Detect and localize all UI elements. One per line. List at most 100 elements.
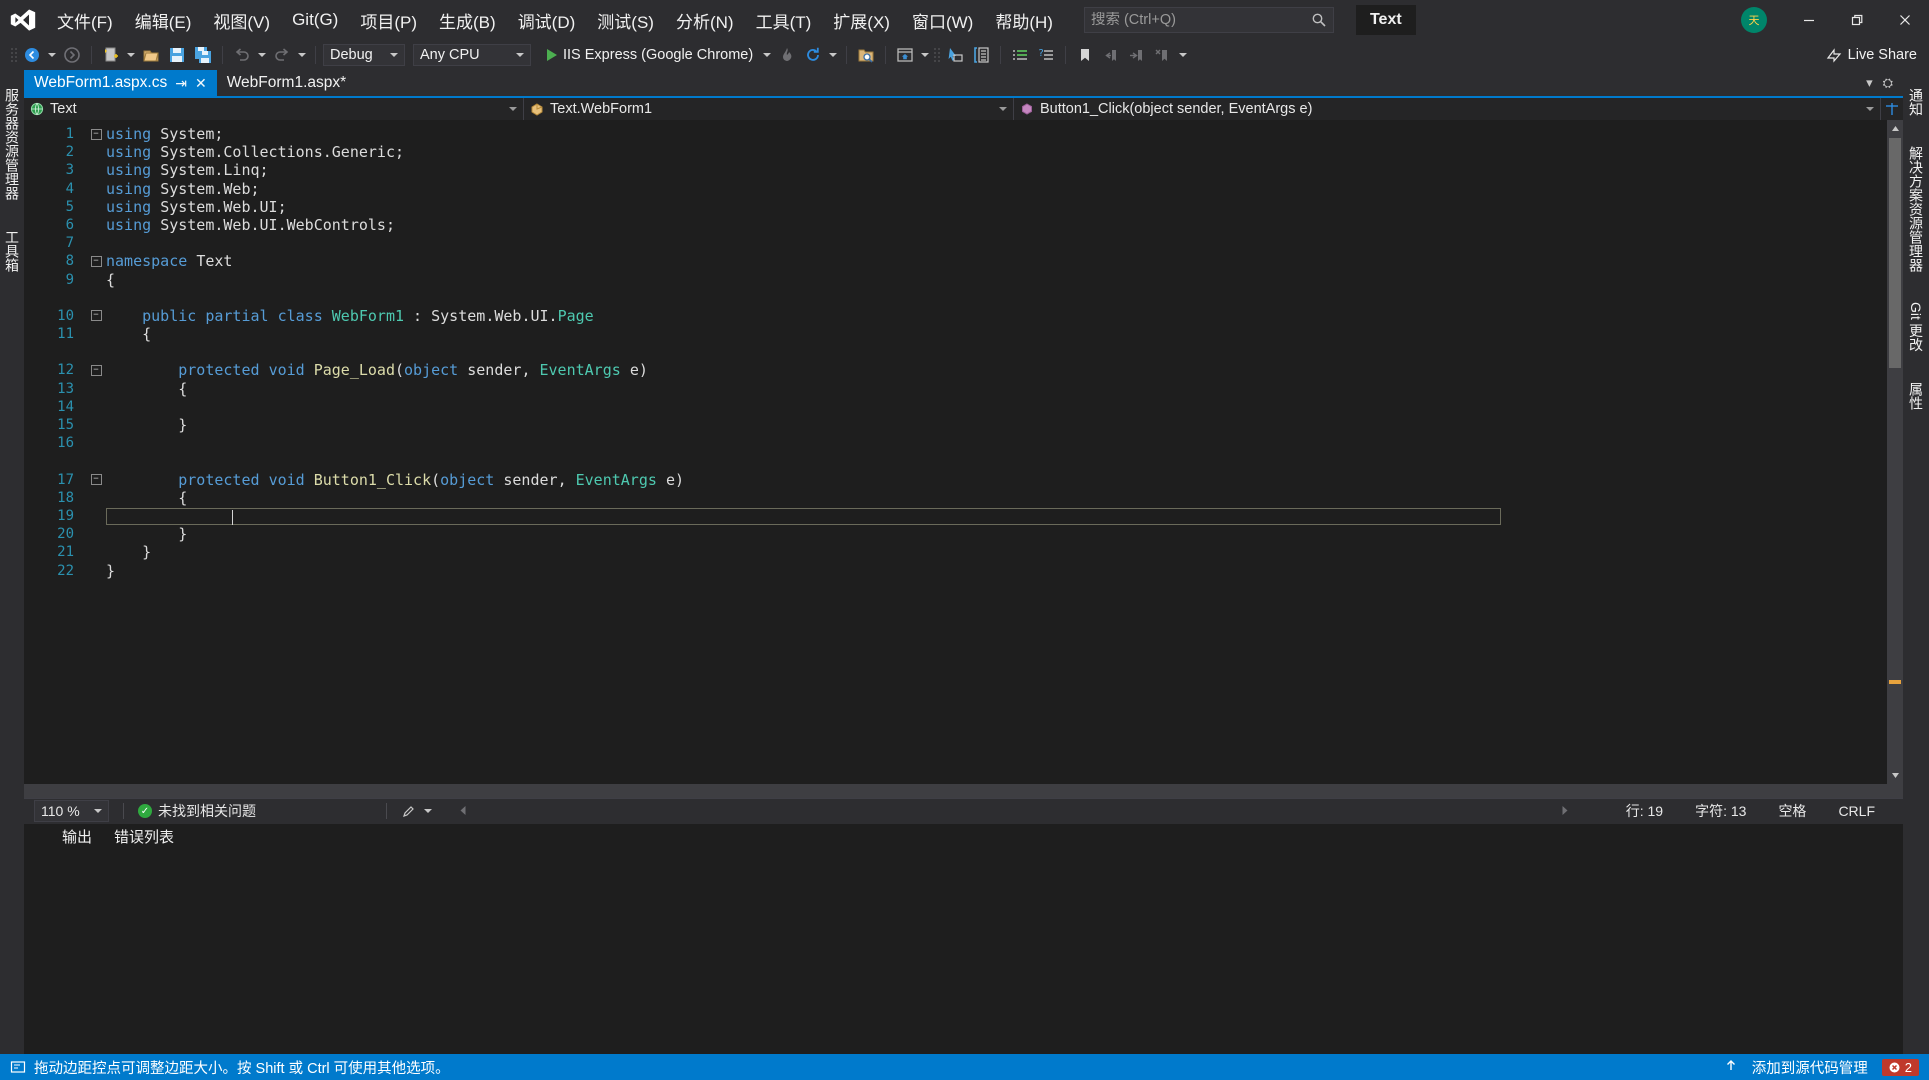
code-line[interactable]: 14 (24, 398, 1887, 416)
code-line[interactable]: 10 − public partial class WebForm1 : Syst… (24, 307, 1887, 325)
navigate-back-icon[interactable] (20, 43, 44, 67)
search-input[interactable] (1090, 12, 1311, 28)
code-line[interactable]: 9{ (24, 271, 1887, 289)
tab-webform1-aspx-cs[interactable]: WebForm1.aspx.cs ⇥ ✕ (24, 70, 217, 96)
pen-tool-button[interactable] (401, 804, 432, 819)
pin-icon[interactable]: ⇥ (175, 75, 187, 92)
code-line[interactable]: 20 } (24, 525, 1887, 543)
menu-item-window[interactable]: 窗口(W) (901, 0, 984, 40)
fold-toggle-icon[interactable]: − (86, 128, 106, 140)
tab-output[interactable]: 输出 (62, 826, 92, 847)
save-icon[interactable] (165, 43, 189, 67)
sidebar-item-git-changes[interactable]: Git 更改 (1904, 298, 1928, 356)
navbar-project-dropdown[interactable]: Text (24, 98, 524, 120)
code-line[interactable]: 1 − using System; (24, 125, 1887, 143)
upload-icon[interactable] (1724, 1058, 1738, 1076)
platform-combobox[interactable]: Any CPU (413, 44, 531, 66)
run-target-dropdown[interactable] (761, 44, 773, 66)
scroll-down-icon[interactable] (1887, 768, 1903, 784)
minimize-button[interactable] (1785, 0, 1833, 40)
fold-toggle-icon[interactable]: − (86, 365, 106, 377)
code-editor[interactable]: 1− using System; 2 using System.Collections… (24, 120, 1903, 784)
code-line[interactable] (24, 343, 1887, 361)
chevron-down-icon[interactable]: ▾ (1866, 75, 1873, 91)
browser-preview-dropdown[interactable] (919, 44, 931, 66)
open-file-icon[interactable] (139, 43, 163, 67)
select-element-icon[interactable] (943, 43, 967, 67)
menu-item-build[interactable]: 生成(B) (428, 0, 507, 40)
code-line[interactable]: 8 − namespace Text (24, 252, 1887, 270)
code-line[interactable]: 2 using System.Collections.Generic; (24, 143, 1887, 161)
menu-item-help[interactable]: 帮助(H) (984, 0, 1064, 40)
menu-item-debug[interactable]: 调试(D) (507, 0, 587, 40)
code-line[interactable]: 11 { (24, 325, 1887, 343)
sidebar-item-notifications[interactable]: 通知 (1904, 84, 1928, 120)
comment-lines-icon[interactable] (1008, 43, 1032, 67)
sidebar-item-toolbox[interactable]: 工具箱 (0, 226, 24, 276)
code-line[interactable]: 17 − protected void Button1_Click(object … (24, 471, 1887, 489)
next-bookmark-icon[interactable] (1125, 43, 1149, 67)
search-folder-icon[interactable] (854, 43, 878, 67)
bookmarks-overflow-dropdown[interactable] (1177, 44, 1189, 66)
toolbar-grip-icon[interactable] (10, 46, 18, 64)
code-line[interactable]: 16 (24, 434, 1887, 452)
code-lines[interactable]: 1− using System; 2 using System.Collections… (24, 120, 1887, 580)
close-icon[interactable]: ✕ (195, 75, 207, 92)
menu-item-test[interactable]: 测试(S) (586, 0, 665, 40)
undo-icon[interactable] (230, 43, 254, 67)
navigate-back-dropdown[interactable] (46, 44, 58, 66)
search-box[interactable] (1083, 7, 1334, 33)
code-line[interactable]: 5 using System.Web.UI; (24, 198, 1887, 216)
code-line[interactable]: 3 using System.Linq; (24, 161, 1887, 179)
close-button[interactable] (1881, 0, 1929, 40)
toolbox-icon[interactable] (969, 43, 993, 67)
code-line[interactable]: 4 using System.Web; (24, 180, 1887, 198)
refresh-icon[interactable] (801, 43, 825, 67)
fold-toggle-icon[interactable]: − (86, 255, 106, 267)
code-line[interactable]: 18 { (24, 489, 1887, 507)
code-line[interactable]: 15 } (24, 416, 1887, 434)
refresh-dropdown[interactable] (827, 44, 839, 66)
tab-webform1-aspx[interactable]: WebForm1.aspx* (216, 70, 357, 96)
code-line[interactable]: 22} (24, 562, 1887, 580)
sidebar-item-server-explorer[interactable]: 服务器资源管理器 (0, 84, 24, 204)
editor-horizontal-scrollbar[interactable] (24, 783, 1903, 798)
previous-bookmark-icon[interactable] (1099, 43, 1123, 67)
navbar-type-dropdown[interactable]: Text.WebForm1 (524, 98, 1014, 120)
gear-icon[interactable]: ⛭ (1883, 75, 1893, 91)
code-viewport[interactable]: 1− using System; 2 using System.Collections… (24, 120, 1887, 784)
browser-preview-icon[interactable] (893, 43, 917, 67)
hot-reload-icon[interactable] (775, 43, 799, 67)
redo-icon[interactable] (270, 43, 294, 67)
code-line[interactable] (24, 289, 1887, 307)
start-debugging-button[interactable]: IIS Express (Google Chrome) (541, 43, 759, 67)
code-line[interactable]: 7 (24, 234, 1887, 252)
code-line[interactable]: 21 } (24, 543, 1887, 561)
sidebar-item-properties[interactable]: 属性 (1904, 378, 1928, 414)
code-line[interactable] (24, 452, 1887, 470)
scroll-right-icon[interactable] (1559, 803, 1570, 819)
clear-bookmarks-icon[interactable] (1151, 43, 1175, 67)
sidebar-item-solution-explorer[interactable]: 解决方案资源管理器 (1904, 142, 1928, 276)
new-project-icon[interactable] (99, 43, 123, 67)
code-line[interactable]: 12 − protected void Page_Load(object send… (24, 361, 1887, 379)
tab-error-list[interactable]: 错误列表 (114, 826, 174, 847)
menu-item-project[interactable]: 项目(P) (349, 0, 428, 40)
source-control-label[interactable]: 添加到源代码管理 (1752, 1057, 1868, 1078)
error-count-badge[interactable]: 2 (1881, 1058, 1919, 1076)
menu-item-edit[interactable]: 编辑(E) (124, 0, 203, 40)
avatar[interactable]: 天 (1741, 7, 1767, 33)
live-share-button[interactable]: Live Share (1826, 47, 1917, 63)
zoom-combobox[interactable]: 110 % (34, 800, 109, 823)
scroll-up-icon[interactable] (1887, 120, 1903, 136)
menu-item-analyze[interactable]: 分析(N) (665, 0, 745, 40)
editor-vertical-scrollbar[interactable] (1887, 120, 1903, 784)
menu-item-git[interactable]: Git(G) (281, 0, 349, 40)
save-all-icon[interactable] (191, 43, 215, 67)
menu-item-view[interactable]: 视图(V) (202, 0, 281, 40)
bookmark-icon[interactable] (1073, 43, 1097, 67)
scroll-left-icon[interactable] (458, 803, 469, 819)
configuration-combobox[interactable]: Debug (323, 44, 405, 66)
redo-dropdown[interactable] (296, 44, 308, 66)
issues-status[interactable]: ✓ 未找到相关问题 (138, 801, 256, 821)
